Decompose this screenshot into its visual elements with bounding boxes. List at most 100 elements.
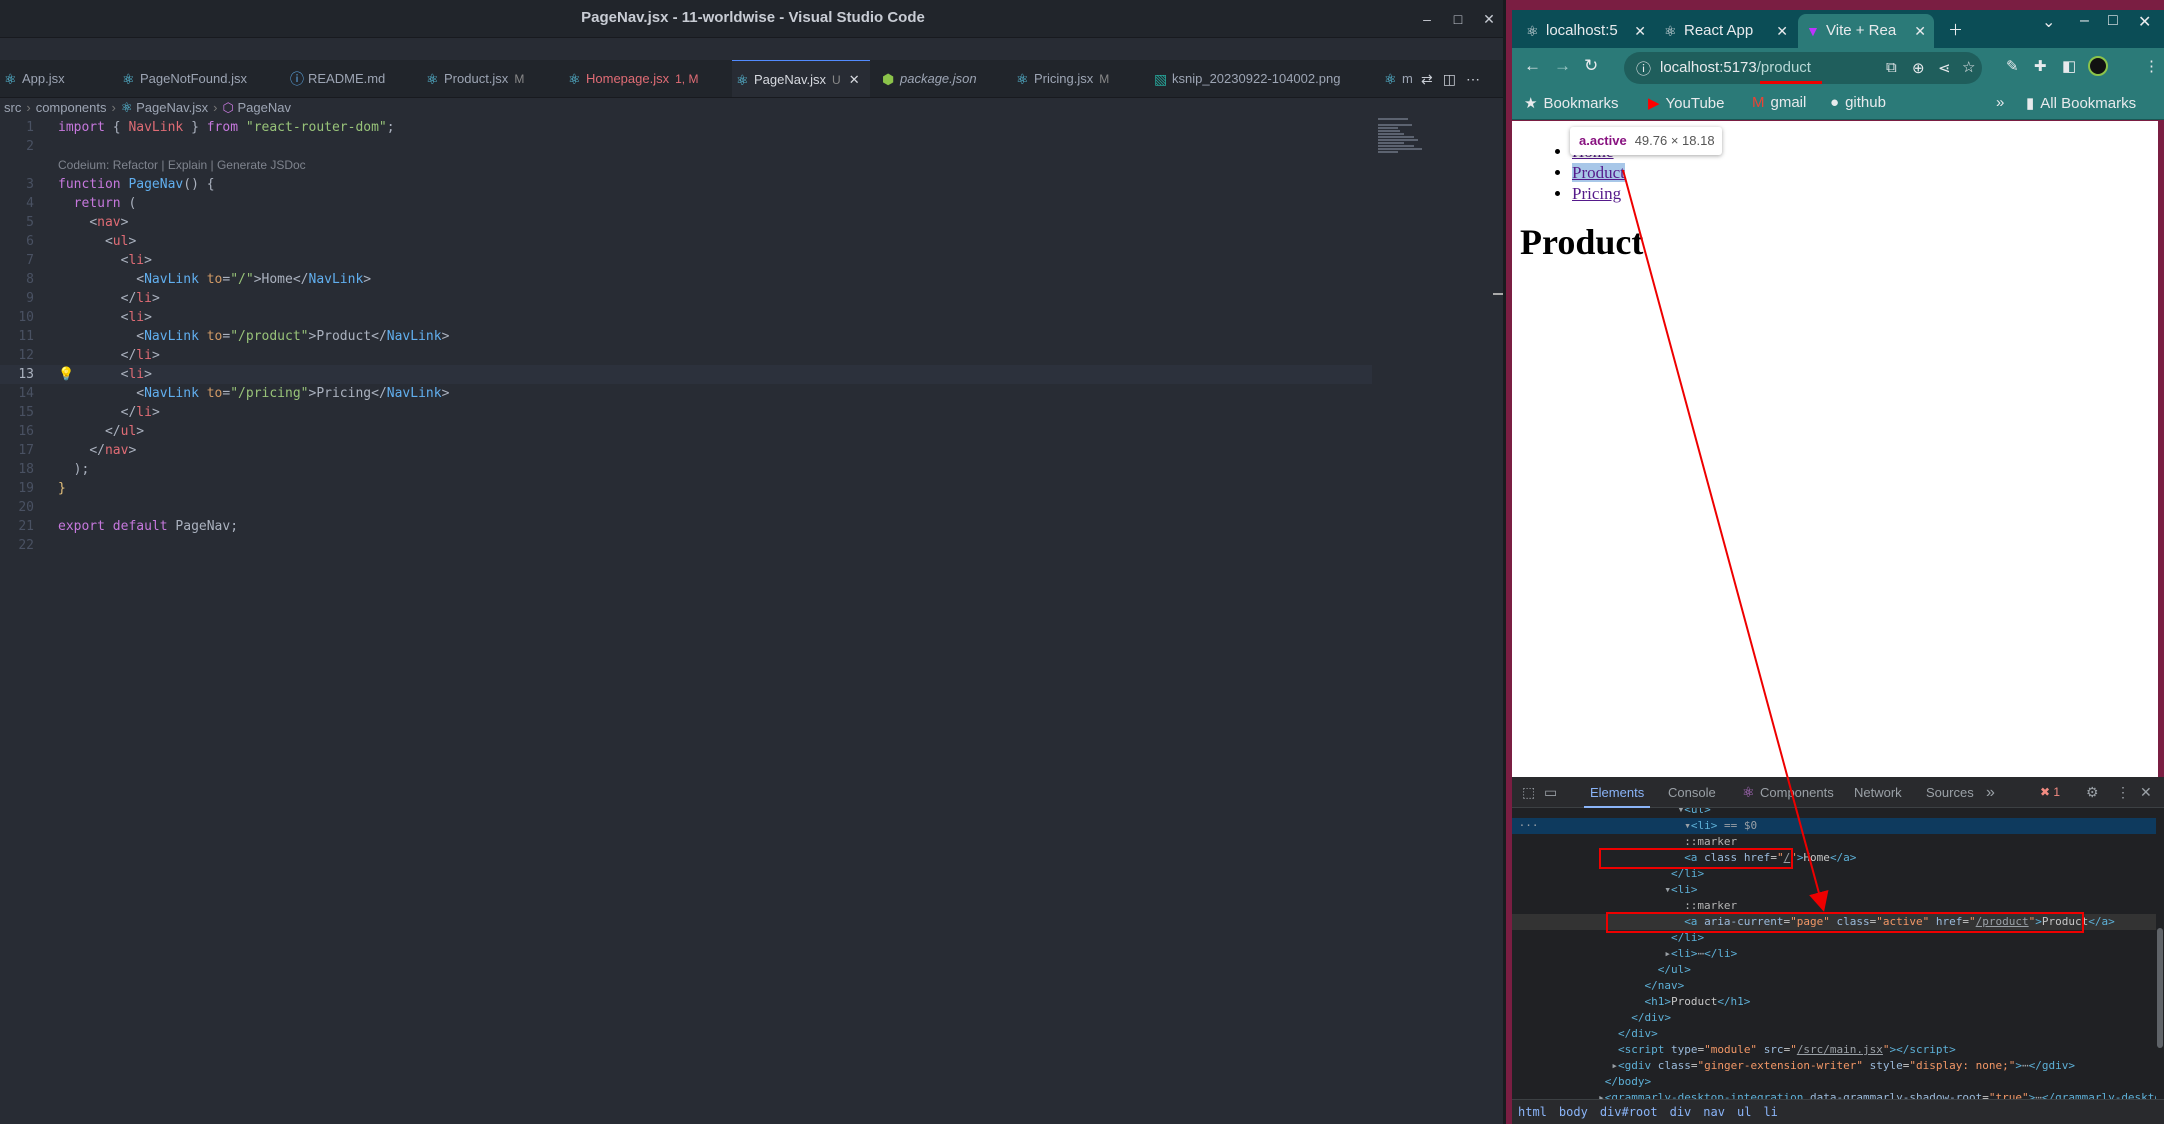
device-toolbar-icon[interactable]: ▭ xyxy=(1544,784,1557,801)
avatar[interactable] xyxy=(2088,56,2108,76)
crumb[interactable]: div#root xyxy=(1600,1105,1658,1119)
dom-tree[interactable]: ▾<ul> ··· ▾<li> == $0 ::marker <a class … xyxy=(1512,808,2158,1099)
inspect-element-icon[interactable]: ⬚ xyxy=(1522,784,1535,801)
reload-icon[interactable]: ↻ xyxy=(1584,56,1598,76)
minimap[interactable] xyxy=(1378,118,1430,166)
tab-pagenav[interactable]: ⚛ PageNav.jsx U ✕ xyxy=(732,60,870,97)
tab-readme[interactable]: ⓘ README.md xyxy=(286,60,416,97)
chrome-tab-localhost[interactable]: ⚛ localhost:5 ✕ xyxy=(1518,14,1654,48)
dom-node[interactable]: </nav> xyxy=(1512,978,2158,994)
dom-node[interactable]: </div> xyxy=(1512,1026,2158,1042)
codeium-codelens[interactable]: Codeium: Refactor | Explain | Generate J… xyxy=(58,156,306,175)
compare-icon[interactable]: ⇄ xyxy=(1421,71,1443,87)
tab-ksnip-png[interactable]: ▧ ksnip_20230922-104002.png xyxy=(1150,60,1370,97)
crumb[interactable]: body xyxy=(1559,1105,1588,1119)
crumb[interactable]: div xyxy=(1670,1105,1692,1119)
tab-console[interactable]: Console xyxy=(1668,777,1716,808)
bookmark-gmail[interactable]: Mgmail xyxy=(1752,94,1806,111)
install-app-icon[interactable]: ⧉ xyxy=(1886,59,1897,76)
close-window-icon[interactable]: ✕ xyxy=(2138,12,2151,32)
url-text[interactable]: localhost:5173/product xyxy=(1660,59,1811,76)
maximize-icon[interactable]: □ xyxy=(2108,12,2118,30)
crumb[interactable]: ul xyxy=(1737,1105,1751,1119)
close-tab-icon[interactable]: ✕ xyxy=(1776,14,1788,48)
error-badge[interactable]: ✖ 1 xyxy=(2040,785,2060,799)
tab-search-icon[interactable]: ⌄ xyxy=(2042,12,2055,32)
devtools-tabs: ⬚ ▭ Elements Console ⚛ Components Networ… xyxy=(1512,777,2164,808)
eyedropper-icon[interactable]: ✎ xyxy=(2006,57,2019,75)
split-editor-icon[interactable]: ◫ xyxy=(1443,71,1466,87)
close-tab-icon[interactable]: ✕ xyxy=(849,72,860,87)
breadcrumb-src[interactable]: src xyxy=(4,100,21,115)
dom-scrollbar[interactable] xyxy=(2156,808,2164,1099)
breadcrumb-components[interactable]: components xyxy=(36,100,107,115)
dom-node[interactable]: ▾<li> xyxy=(1512,882,2158,898)
dom-node[interactable]: <h1>Product</h1> xyxy=(1512,994,2158,1010)
close-tab-icon[interactable]: ✕ xyxy=(1914,14,1926,48)
bookmarks-bar: ★ Bookmarks ▶ YouTube Mgmail ● github » ▮ Al… xyxy=(1512,88,2164,120)
bookmarks-overflow-icon[interactable]: » xyxy=(1996,94,2004,111)
extensions-icon[interactable]: ✚ xyxy=(2034,57,2047,75)
dom-node[interactable]: <script type="module" src="/src/main.jsx… xyxy=(1512,1042,2158,1058)
dom-node[interactable]: </ul> xyxy=(1512,962,2158,978)
close-tab-icon[interactable]: ✕ xyxy=(1634,14,1646,48)
tab-elements[interactable]: Elements xyxy=(1584,777,1651,808)
new-tab-button[interactable]: ＋ xyxy=(1940,14,1970,48)
chrome-tab-react-app[interactable]: ⚛ React App ✕ xyxy=(1656,14,1796,48)
dom-node[interactable]: ▾<ul> xyxy=(1512,808,2158,818)
crumb[interactable]: nav xyxy=(1703,1105,1725,1119)
crumb[interactable]: html xyxy=(1518,1105,1547,1119)
more-tabs-icon[interactable]: » xyxy=(1986,777,1995,808)
dom-node-selected[interactable]: ··· ▾<li> == $0 xyxy=(1512,818,2158,834)
tab-overflow[interactable]: ⚛ m xyxy=(1380,60,1414,97)
tab-pricing[interactable]: ⚛ Pricing.jsx M xyxy=(1012,60,1152,97)
site-info-icon[interactable]: ⓘ xyxy=(1636,58,1651,79)
address-bar[interactable]: ⓘ localhost:5173/product ⧉ ⊕ ⋖ ☆ xyxy=(1624,52,1982,84)
breadcrumb-file[interactable]: PageNav.jsx xyxy=(136,100,208,115)
code-line: 21 export default PageNav; xyxy=(0,517,1372,536)
code-editor[interactable]: 1 import { NavLink } from "react-router-d… xyxy=(0,118,1506,1124)
tab-app-jsx[interactable]: ⚛ App.jsx xyxy=(0,60,110,97)
share-icon[interactable]: ⋖ xyxy=(1938,59,1951,77)
minimize-icon[interactable]: – xyxy=(2080,12,2089,30)
bookmark-star-icon[interactable]: ☆ xyxy=(1962,58,1975,76)
tab-network[interactable]: Network xyxy=(1854,777,1902,808)
tab-product[interactable]: ⚛ Product.jsx M xyxy=(422,60,562,97)
settings-gear-icon[interactable]: ⚙ xyxy=(2086,784,2099,801)
dom-node[interactable]: ▸<li>⋯</li> xyxy=(1512,946,2158,962)
dom-breadcrumb: html body div#root div nav ul li xyxy=(1512,1099,2164,1124)
side-panel-icon[interactable]: ◧ xyxy=(2062,57,2076,75)
nav-link-pricing[interactable]: Pricing xyxy=(1572,184,1621,203)
dom-node[interactable]: </div> xyxy=(1512,1010,2158,1026)
tab-pagenotfound[interactable]: ⚛ PageNotFound.jsx xyxy=(118,60,278,97)
zoom-icon[interactable]: ⊕ xyxy=(1912,59,1925,77)
minimize-icon[interactable]: – xyxy=(1416,8,1438,30)
bookmark-github[interactable]: ● github xyxy=(1830,94,1886,111)
dom-node[interactable]: </body> xyxy=(1512,1074,2158,1090)
tab-components[interactable]: Components xyxy=(1760,777,1834,808)
bookmark-bookmarks[interactable]: ★ Bookmarks xyxy=(1524,94,1618,112)
forward-icon[interactable]: → xyxy=(1554,56,1571,76)
crumb[interactable]: li xyxy=(1763,1105,1777,1119)
code-line: 7 <li> xyxy=(0,251,1372,270)
dom-node[interactable]: ▸<grammarly-desktop-integration data-gra… xyxy=(1512,1090,2158,1099)
nodejs-icon: ⬢ xyxy=(882,71,895,87)
close-devtools-icon[interactable]: ✕ xyxy=(2140,784,2152,801)
more-actions-icon[interactable]: ⋯ xyxy=(1466,71,1490,87)
all-bookmarks[interactable]: ▮ All Bookmarks xyxy=(2026,94,2136,112)
dom-node[interactable]: ▸<gdiv class="ginger-extension-writer" s… xyxy=(1512,1058,2158,1074)
nav-link-product-active[interactable]: Product xyxy=(1572,163,1625,182)
devtools-menu-icon[interactable]: ⋮ xyxy=(2116,784,2130,801)
back-icon[interactable]: ← xyxy=(1524,56,1541,76)
tab-label: Homepage.jsx xyxy=(586,71,670,86)
chrome-menu-icon[interactable]: ⋮ xyxy=(2144,57,2159,75)
tab-package-json[interactable]: ⬢ package.json xyxy=(878,60,1008,97)
line-number: 1 xyxy=(26,120,34,135)
breadcrumb-symbol[interactable]: PageNav xyxy=(237,100,290,115)
maximize-icon[interactable]: □ xyxy=(1447,8,1469,30)
close-icon[interactable]: ✕ xyxy=(1478,8,1500,30)
tab-sources[interactable]: Sources xyxy=(1926,777,1974,808)
tab-homepage[interactable]: ⚛ Homepage.jsx 1, M xyxy=(564,60,724,97)
bookmark-youtube[interactable]: ▶ YouTube xyxy=(1648,94,1725,112)
chrome-tab-vite-react[interactable]: ▼ Vite + Rea ✕ xyxy=(1798,14,1934,48)
